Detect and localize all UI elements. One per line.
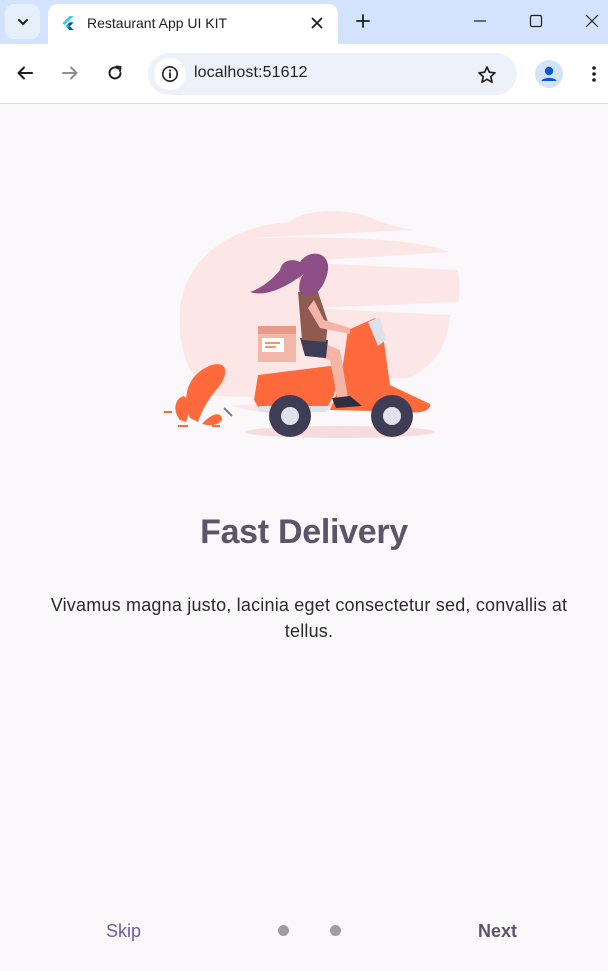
minimize-icon: [474, 20, 486, 22]
bookmark-button[interactable]: [473, 61, 501, 89]
forward-button[interactable]: [55, 58, 85, 88]
reload-icon: [108, 65, 122, 80]
maximize-button[interactable]: [518, 4, 554, 38]
onboarding-navigation: Skip Next: [0, 910, 608, 952]
tab-search-button[interactable]: [5, 4, 40, 39]
browser-toolbar: localhost:51612: [0, 44, 608, 104]
browser-tab-strip: Restaurant App UI KIT: [0, 0, 608, 44]
arrow-left-icon: [17, 66, 33, 80]
page-indicator-dot-2: [330, 925, 341, 936]
tab-close-button[interactable]: [306, 12, 328, 34]
address-bar[interactable]: localhost:51612: [148, 53, 517, 95]
close-window-button[interactable]: [574, 4, 608, 38]
chevron-down-icon: [17, 18, 28, 25]
plus-icon: [356, 14, 370, 28]
browser-menu-button[interactable]: [582, 60, 606, 88]
delivery-scooter-icon: [164, 211, 460, 438]
page-indicator-dot-1: [278, 925, 289, 936]
profile-button[interactable]: [535, 60, 563, 88]
browser-tab[interactable]: Restaurant App UI KIT: [48, 4, 338, 44]
more-vert-icon: [592, 66, 596, 82]
arrow-right-icon: [62, 66, 78, 80]
onboarding-title: Fast Delivery: [200, 513, 408, 551]
close-icon: [311, 17, 323, 29]
star-icon: [478, 66, 496, 84]
flutter-logo-icon: [62, 16, 74, 30]
site-info-button[interactable]: [154, 58, 186, 90]
info-icon: [162, 66, 178, 82]
minimize-button[interactable]: [462, 4, 498, 38]
url-text[interactable]: localhost:51612: [194, 64, 308, 82]
reload-button[interactable]: [100, 58, 130, 88]
delivery-scooter-illustration: [150, 200, 470, 450]
back-button[interactable]: [10, 58, 40, 88]
onboarding-description: Vivamus magna justo, lacinia eget consec…: [50, 595, 568, 641]
next-button[interactable]: Next: [478, 921, 517, 942]
tab-title: Restaurant App UI KIT: [87, 15, 228, 31]
person-icon: [541, 66, 557, 81]
skip-button[interactable]: Skip: [106, 921, 141, 942]
close-icon: [585, 14, 599, 28]
maximize-icon: [529, 14, 543, 28]
new-tab-button[interactable]: [350, 8, 376, 34]
